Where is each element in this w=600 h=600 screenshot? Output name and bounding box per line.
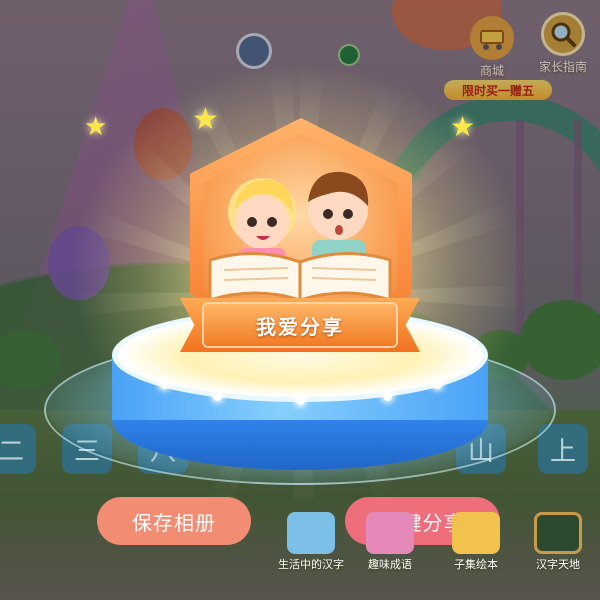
nav-item-idioms[interactable]: 趣味成语 bbox=[366, 512, 414, 572]
nav-label: 汉字天地 bbox=[536, 558, 580, 571]
nav-item-life-characters[interactable]: 生活中的汉字 bbox=[278, 512, 344, 572]
light-dot bbox=[296, 396, 305, 405]
kids-reading-icon bbox=[287, 512, 335, 554]
nav-label: 子集绘本 bbox=[454, 558, 498, 571]
star-icon: ★ bbox=[84, 112, 108, 142]
char-tile[interactable]: 二 bbox=[0, 424, 36, 474]
nav-item-picture-books[interactable]: 子集绘本 bbox=[452, 512, 500, 572]
nav-item-character-world[interactable]: 汉字天地 bbox=[534, 512, 582, 572]
star-icon: ★ bbox=[450, 110, 476, 143]
star-icon: ★ bbox=[192, 102, 219, 137]
picture-book-icon bbox=[452, 512, 500, 554]
light-dot bbox=[213, 392, 222, 401]
nav-label: 生活中的汉字 bbox=[278, 558, 344, 571]
idiom-icon bbox=[366, 512, 414, 554]
light-dot bbox=[160, 380, 169, 389]
save-to-album-button[interactable]: 保存相册 bbox=[97, 497, 251, 545]
nav-label: 趣味成语 bbox=[368, 558, 412, 571]
light-dot bbox=[383, 392, 392, 401]
chalkboard-icon bbox=[534, 512, 582, 554]
children-reading-book-illustration bbox=[208, 171, 392, 303]
light-dot bbox=[433, 380, 442, 389]
badge-title: 我爱分享 bbox=[202, 302, 398, 348]
